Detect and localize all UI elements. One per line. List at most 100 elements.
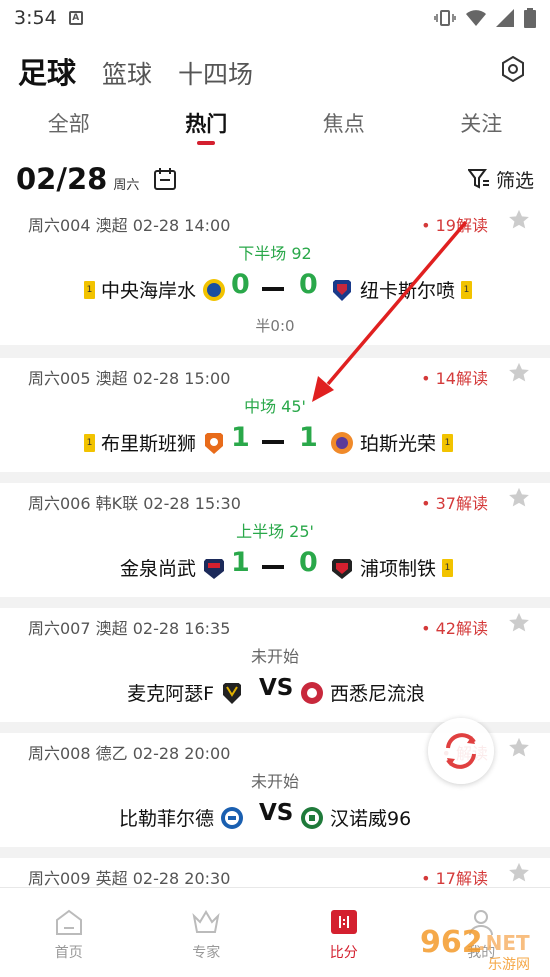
tab-home[interactable]: 首页 [0, 888, 138, 977]
team-logo-icon [203, 278, 225, 301]
reads-count[interactable]: • 14解读 [421, 365, 488, 389]
yellow-card-count: 1 [83, 280, 95, 299]
home-score: 0 [231, 269, 250, 300]
match-teams: 1 布里斯班狮 1 1 珀斯光荣 1 [0, 422, 550, 460]
yellow-card-count: 1 [442, 433, 454, 452]
score-dash [262, 565, 284, 569]
filter-label: 筛选 [495, 169, 534, 192]
top-header: 足球 篮球 十四场 全部 热门 焦点 关注 [0, 36, 550, 151]
away-team-name: 西悉尼流浪 [330, 683, 426, 705]
yellow-card-count: 1 [83, 433, 95, 452]
home-score: 1 [231, 547, 250, 578]
tab-football[interactable]: 足球 [18, 50, 76, 92]
vs-label: VS [259, 800, 294, 826]
sub-tabs: 全部 热门 焦点 关注 [0, 108, 550, 145]
vs-label: VS [259, 675, 294, 701]
notification-a-icon: A [68, 11, 83, 25]
settings-icon[interactable] [500, 56, 526, 82]
match-card[interactable]: 周六006 韩K联 02-28 15:30 • 37解读 上半场 25' 金泉尚… [0, 483, 550, 597]
status-icons [434, 8, 536, 28]
team-logo-icon [223, 682, 241, 704]
away-score: 1 [299, 422, 318, 453]
match-status: 未开始 [250, 647, 299, 666]
tab-score-label: 比分 [329, 945, 358, 961]
match-meta: 周六006 韩K联 02-28 15:30 [28, 494, 241, 513]
score-dash [262, 287, 284, 291]
signal-icon [496, 9, 514, 27]
current-weekday: 周六 [113, 177, 140, 193]
match-teams: 1 中央海岸水 0 0 纽卡斯尔喷 1 [0, 269, 550, 307]
match-status: 上半场 25' [236, 522, 314, 541]
away-team-name: 纽卡斯尔喷 [360, 280, 456, 302]
watermark-main: 962 [420, 925, 483, 960]
star-icon[interactable] [508, 362, 530, 384]
current-date: 02/28 [16, 162, 108, 196]
star-icon[interactable] [508, 612, 530, 634]
crown-icon [192, 910, 220, 933]
match-teams: 麦克阿瑟F VS 西悉尼流浪 [0, 674, 550, 710]
team-logo-icon [332, 558, 352, 579]
app-screen: 3:54 A 足球 篮球 十四场 全部 热门 焦点 关注 02/28 周六 筛选 [0, 0, 550, 977]
reads-count[interactable]: • 19解读 [421, 212, 488, 236]
tab-score[interactable]: 比分 [275, 888, 413, 977]
match-meta: 周六004 澳超 02-28 14:00 [28, 216, 231, 235]
home-score: 1 [231, 422, 250, 453]
vibrate-icon [434, 10, 456, 26]
filter-icon [467, 169, 489, 189]
match-card[interactable]: 周六007 澳超 02-28 16:35 • 42解读 未开始 麦克阿瑟F VS… [0, 608, 550, 722]
status-bar: 3:54 A [0, 0, 550, 36]
tab-home-label: 首页 [54, 945, 83, 961]
star-icon[interactable] [508, 209, 530, 231]
match-status: 中场 45' [244, 397, 306, 416]
away-team-name: 汉诺威96 [330, 808, 412, 830]
team-logo-icon [205, 432, 223, 454]
reads-count[interactable]: • 37解读 [421, 490, 488, 514]
star-icon[interactable] [508, 487, 530, 509]
site-watermark: 962 .NET 乐游网 [414, 922, 546, 973]
match-meta: 周六007 澳超 02-28 16:35 [28, 619, 231, 638]
team-logo-icon [331, 431, 353, 454]
tab-follow[interactable]: 关注 [413, 108, 550, 138]
match-card[interactable]: 周六004 澳超 02-28 14:00 • 19解读 下半场 92 1 中央海… [0, 207, 550, 345]
battery-icon [524, 8, 536, 28]
watermark-sub: .NET [478, 931, 530, 955]
tab-focus[interactable]: 焦点 [275, 108, 413, 138]
tab-hot[interactable]: 热门 [138, 108, 276, 145]
match-teams: 比勒菲尔德 VS 汉诺威96 [0, 799, 550, 835]
refresh-button[interactable] [428, 718, 494, 784]
yellow-card-count: 1 [461, 280, 473, 299]
tab-all[interactable]: 全部 [0, 108, 138, 138]
team-logo-icon [221, 806, 243, 829]
status-time: 3:54 [14, 7, 57, 29]
filter-button[interactable]: 筛选 [467, 166, 534, 193]
team-logo-icon [333, 279, 351, 301]
calendar-icon[interactable] [153, 167, 177, 191]
star-icon[interactable] [508, 862, 530, 884]
home-team-name: 比勒菲尔德 [118, 808, 214, 830]
away-team-name: 珀斯光荣 [360, 433, 437, 455]
star-icon[interactable] [508, 737, 530, 759]
tab-expert-label: 专家 [192, 945, 221, 961]
away-score: 0 [299, 547, 318, 578]
home-team-name: 中央海岸水 [100, 280, 196, 302]
away-score: 0 [299, 269, 318, 300]
wifi-icon [466, 10, 486, 26]
away-team-name: 浦项制铁 [360, 558, 437, 580]
match-list[interactable]: 周六004 澳超 02-28 14:00 • 19解读 下半场 92 1 中央海… [0, 207, 550, 887]
home-team-name: 麦克阿瑟F [127, 683, 214, 705]
yellow-card-count: 1 [442, 558, 454, 577]
sport-tabs: 足球 篮球 十四场 [18, 50, 253, 92]
tab-expert[interactable]: 专家 [138, 888, 276, 977]
watermark-cn: 乐游网 [488, 957, 530, 972]
half-time-score: 半0:0 [255, 317, 295, 335]
match-card[interactable]: 周六005 澳超 02-28 15:00 • 14解读 中场 45' 1 布里斯… [0, 358, 550, 472]
match-card[interactable]: 周六009 英超 02-28 20:30 • 17解读 [0, 858, 550, 887]
date-bar: 02/28 周六 筛选 [0, 151, 550, 207]
tab-basketball[interactable]: 篮球 [102, 55, 152, 91]
reads-count[interactable]: • 17解读 [421, 865, 488, 887]
home-team-name: 布里斯班狮 [100, 433, 196, 455]
match-meta: 周六005 澳超 02-28 15:00 [28, 369, 231, 388]
team-logo-icon [301, 681, 323, 704]
reads-count[interactable]: • 42解读 [421, 615, 488, 639]
tab-fourteen[interactable]: 十四场 [178, 55, 253, 91]
